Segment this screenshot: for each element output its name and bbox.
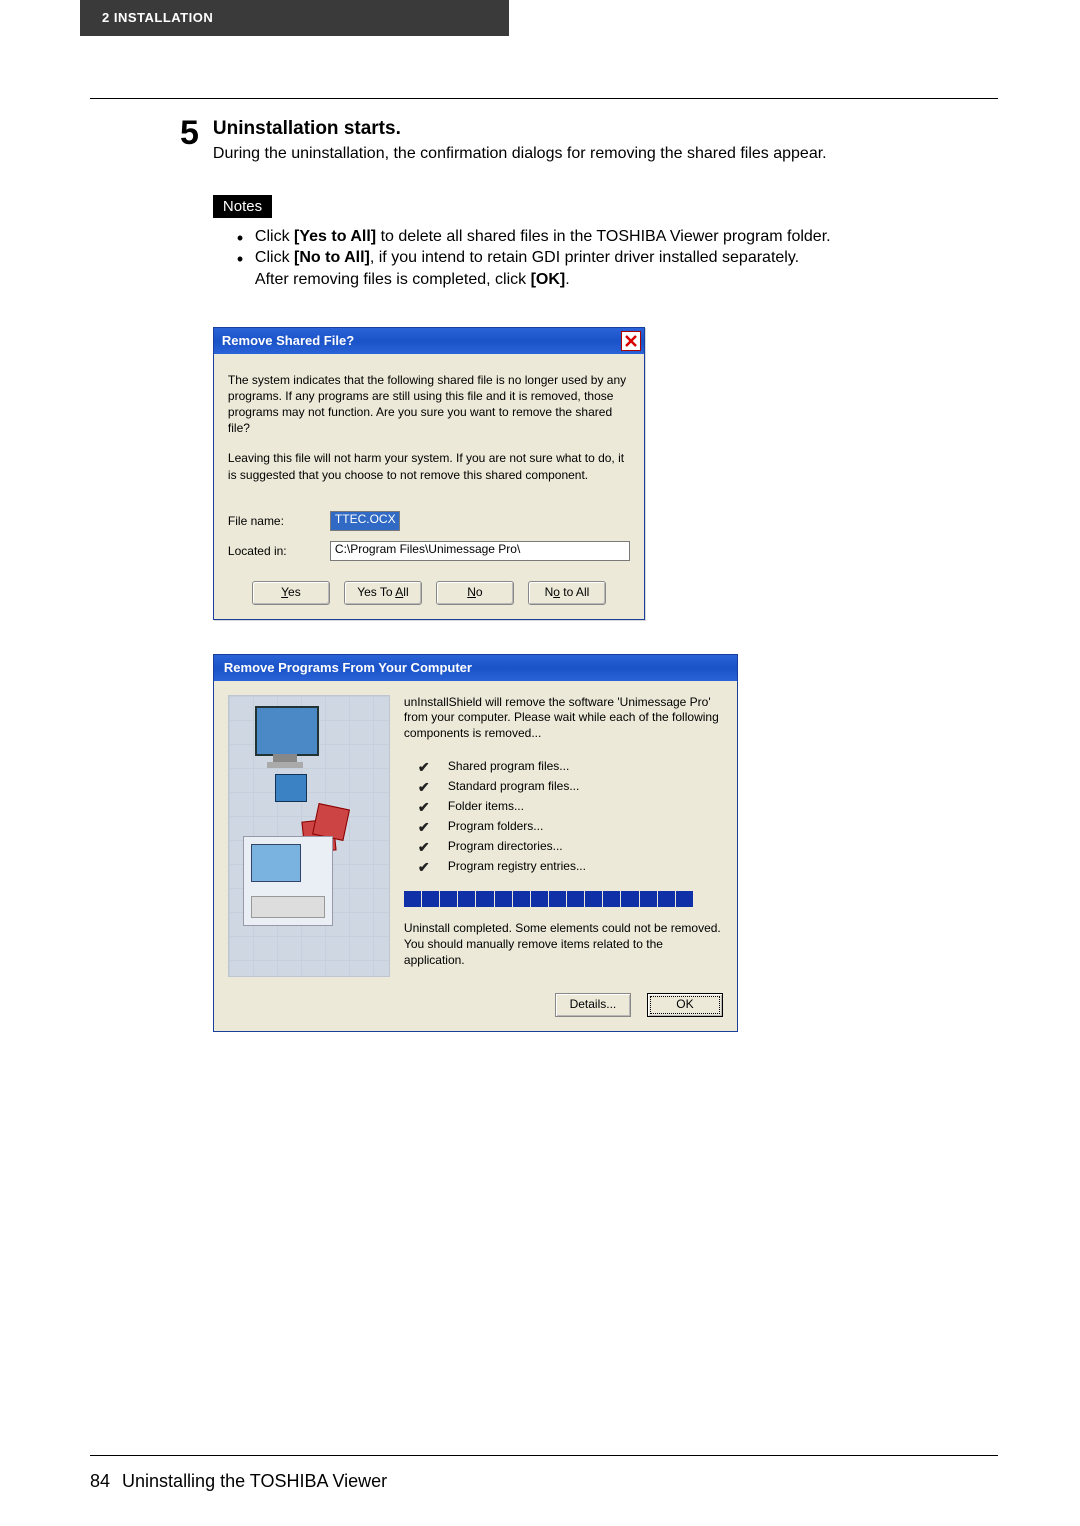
remove-shared-file-dialog: Remove Shared File? The system indicates… xyxy=(213,327,645,620)
remove-programs-dialog: Remove Programs From Your Computer xyxy=(213,654,738,1032)
note-text: After removing files is completed, click xyxy=(255,271,531,288)
component-item: Program folders... xyxy=(418,819,723,833)
step-title: Uninstallation starts. xyxy=(213,118,970,140)
notes-badge: Notes xyxy=(213,195,272,218)
header-tab: 2 INSTALLATION xyxy=(80,0,509,36)
close-icon xyxy=(624,334,638,348)
component-item: Program registry entries... xyxy=(418,859,723,873)
ok-button[interactable]: OK xyxy=(647,993,723,1017)
note-text: . xyxy=(565,271,569,288)
divider-bottom xyxy=(90,1455,998,1456)
notes-item: Click [No to All], if you intend to reta… xyxy=(255,247,970,290)
note-text: Click xyxy=(255,249,294,266)
page-number: 84 xyxy=(90,1471,110,1491)
component-item: Program directories... xyxy=(418,839,723,853)
filename-label: File name: xyxy=(228,514,330,528)
dialog-title-bar[interactable]: Remove Programs From Your Computer xyxy=(214,655,737,681)
notes-item: Click [Yes to All] to delete all shared … xyxy=(255,226,970,248)
page-footer: 84 Uninstalling the TOSHIBA Viewer xyxy=(90,1471,387,1492)
component-item: Shared program files... xyxy=(418,759,723,773)
uninstall-description: unInstallShield will remove the software… xyxy=(404,695,723,742)
yes-to-all-button[interactable]: Yes To All xyxy=(344,581,422,605)
component-item: Standard program files... xyxy=(418,779,723,793)
note-text: , if you intend to retain GDI printer dr… xyxy=(370,249,799,266)
divider-top xyxy=(90,98,998,99)
component-item: Folder items... xyxy=(418,799,723,813)
no-to-all-button[interactable]: No to All xyxy=(528,581,606,605)
located-in-label: Located in: xyxy=(228,544,330,558)
details-button[interactable]: Details... xyxy=(555,993,631,1017)
wizard-graphic xyxy=(228,695,390,977)
filename-field[interactable]: TTEC.OCX xyxy=(330,511,400,531)
footer-title: Uninstalling the TOSHIBA Viewer xyxy=(122,1471,387,1491)
dialog-body-text: Leaving this file will not harm your sys… xyxy=(228,450,630,482)
step-number: 5 xyxy=(180,116,199,150)
dialog-title-text: Remove Shared File? xyxy=(222,333,354,348)
status-text: Uninstall completed. Some elements could… xyxy=(404,921,723,968)
note-text: Click xyxy=(255,228,294,245)
note-bold: [No to All] xyxy=(294,249,370,266)
component-list: Shared program files... Standard program… xyxy=(418,759,723,873)
step-description: During the uninstallation, the confirmat… xyxy=(213,144,970,165)
notes-list: Click [Yes to All] to delete all shared … xyxy=(213,226,970,291)
close-button[interactable] xyxy=(621,331,641,351)
dialog-body-text: The system indicates that the following … xyxy=(228,372,630,437)
yes-button[interactable]: Yes xyxy=(252,581,330,605)
note-bold: [OK] xyxy=(531,271,566,288)
no-button[interactable]: No xyxy=(436,581,514,605)
dialog-title-bar[interactable]: Remove Shared File? xyxy=(214,328,644,354)
note-bold: [Yes to All] xyxy=(294,228,376,245)
dialog-title-text: Remove Programs From Your Computer xyxy=(224,660,472,675)
located-in-field[interactable]: C:\Program Files\Unimessage Pro\ xyxy=(330,541,630,561)
note-text: to delete all shared files in the TOSHIB… xyxy=(376,228,830,245)
progress-bar xyxy=(404,891,694,907)
